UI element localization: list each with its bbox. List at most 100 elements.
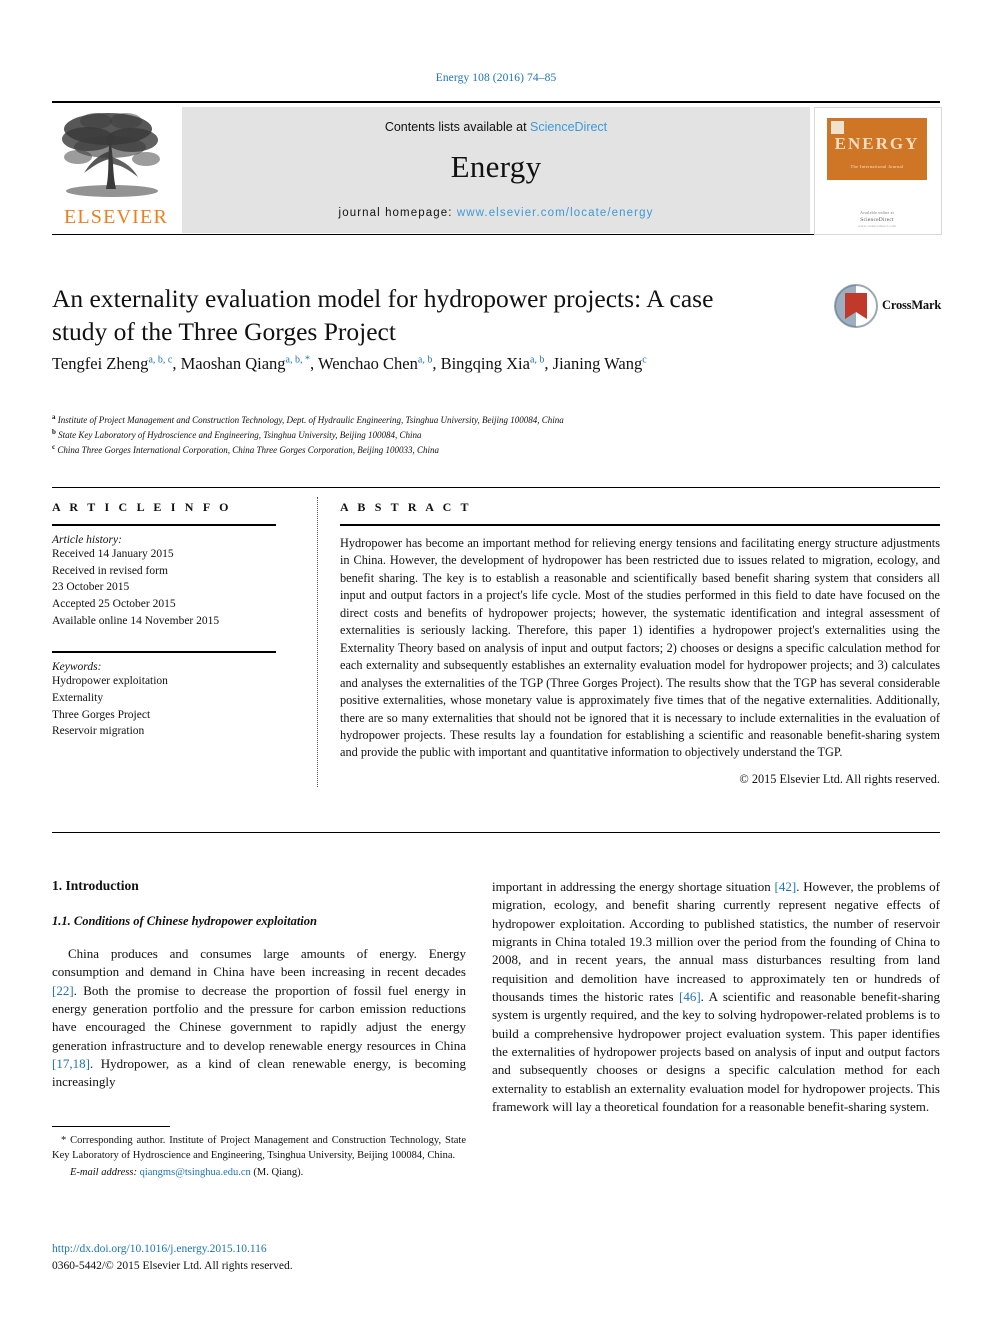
- author-item: Maoshan Qianga, b, *,: [181, 354, 318, 373]
- elsevier-wordmark: ELSEVIER: [63, 206, 169, 228]
- abstract-rule: [340, 524, 940, 526]
- journal-homepage-line: journal homepage: www.elsevier.com/locat…: [182, 207, 810, 219]
- keyword-item: Reservoir migration: [52, 725, 145, 738]
- author-item: Bingqing Xiaa, b,: [441, 354, 553, 373]
- affiliation-text: China Three Gorges International Corpora…: [57, 445, 440, 456]
- paragraph-right: important in addressing the energy short…: [492, 878, 940, 1116]
- article-history-item: 23 October 2015: [52, 581, 130, 594]
- email-link[interactable]: qiangms@tsinghua.edu.cn: [140, 1167, 251, 1178]
- author-sep: ,: [172, 354, 181, 373]
- homepage-prefix: journal homepage:: [338, 207, 457, 219]
- text-run: . However, the problems of migration, ec…: [492, 879, 941, 1004]
- affiliation-mark: a: [52, 413, 56, 421]
- footnote-rule: [52, 1126, 170, 1127]
- homepage-url[interactable]: www.elsevier.com/locate/energy: [457, 207, 654, 219]
- page-title: An externality evaluation model for hydr…: [52, 284, 714, 346]
- cover-subtitle: The International Journal: [850, 164, 904, 169]
- masthead-top-rule: [52, 101, 940, 103]
- author-name: Tengfei Zheng: [52, 354, 149, 373]
- email-suffix: (M. Qiang).: [253, 1166, 304, 1178]
- abstract-text: Hydropower has become an important metho…: [340, 536, 940, 760]
- article-info-rule: [52, 524, 276, 526]
- text-run: . Hydropower, as a kind of clean renewab…: [52, 1055, 466, 1090]
- crossmark-badge[interactable]: CrossMark: [834, 284, 942, 334]
- body-column-right: important in addressing the energy short…: [492, 878, 940, 1116]
- email-note: E-mail address: qiangms@tsinghua.edu.cn …: [52, 1167, 466, 1178]
- body-column-left: 1. Introduction 1.1. Conditions of Chine…: [52, 878, 466, 1092]
- author-name: Bingqing Xia: [440, 354, 530, 373]
- journal-masthead: ELSEVIER Contents lists available at Sci…: [52, 101, 942, 235]
- crossmark-label: CrossMark: [882, 298, 942, 312]
- affiliation-item: c China Three Gorges International Corpo…: [52, 442, 852, 457]
- citation-ref-17-18[interactable]: [17,18]: [52, 1056, 90, 1071]
- author-name: Jianing Wang: [552, 354, 643, 373]
- affiliation-mark: b: [52, 428, 56, 437]
- article-info-heading: A R T I C L E I N F O: [52, 500, 232, 514]
- cover-footer-3: www.sciencedirect.com: [858, 224, 896, 228]
- paragraph-left: China produces and consumes large amount…: [52, 945, 466, 1092]
- author-list: Tengfei Zhenga, b, c, Maoshan Qianga, b,…: [52, 352, 812, 376]
- keyword-item: Externality: [52, 692, 104, 705]
- author-name: Wenchao Chen: [317, 354, 418, 373]
- cover-footer-1: Available online at: [860, 210, 894, 215]
- subsection-heading-conditions: 1.1. Conditions of Chinese hydropower ex…: [52, 914, 317, 928]
- cover-title: ENERGY: [834, 134, 920, 153]
- abstract-block: A B S T R A C T Hydropower has become an…: [340, 500, 940, 787]
- corresponding-author-note: * Corresponding author. Institute of Pro…: [52, 1135, 466, 1161]
- affiliation-text: Institute of Project Management and Cons…: [57, 415, 564, 425]
- article-info-block: A R T I C L E I N F O Article history: R…: [52, 500, 282, 740]
- journal-title: Energy: [450, 149, 542, 184]
- keywords-rule: [52, 651, 276, 654]
- author-marks: a, b: [417, 354, 433, 366]
- author-marks: a, b, *: [285, 354, 310, 366]
- abstract-copyright: © 2015 Elsevier Ltd. All rights reserved…: [739, 771, 940, 786]
- cover-footer-2: ScienceDirect: [860, 217, 894, 223]
- author-sep: ,: [544, 354, 553, 373]
- contents-available-line: Contents lists available at ScienceDirec…: [182, 120, 810, 134]
- keyword-item: Three Gorges Project: [52, 708, 151, 721]
- affiliation-mark: c: [52, 443, 56, 452]
- text-run: important in addressing the energy short…: [492, 879, 775, 894]
- citation-ref-46[interactable]: [46]: [679, 989, 701, 1004]
- issn-copyright: 0360-5442/© 2015 Elsevier Ltd. All right…: [52, 1259, 293, 1272]
- keyword-item: Hydropower exploitation: [52, 675, 168, 688]
- info-bottom-rule: [52, 832, 940, 833]
- doi-block: http://dx.doi.org/10.1016/j.energy.2015.…: [52, 1241, 552, 1274]
- article-history-item: Available online 14 November 2015: [52, 614, 220, 627]
- text-run: . A scientific and reasonable benefit-sh…: [492, 988, 940, 1114]
- author-item: Jianing Wangc: [553, 354, 647, 373]
- footnote-block: * Corresponding author. Institute of Pro…: [52, 1126, 466, 1178]
- masthead-bottom-rule: [52, 234, 940, 235]
- author-sep: ,: [309, 354, 318, 373]
- text-run: . Both the promise to decrease the propo…: [52, 982, 466, 1053]
- elsevier-tree-icon: [62, 113, 160, 197]
- section-heading-introduction: 1. Introduction: [52, 878, 139, 893]
- affiliation-item: b State Key Laboratory of Hydroscience a…: [52, 427, 852, 442]
- keywords-label: Keywords:: [52, 661, 102, 674]
- doi-link[interactable]: http://dx.doi.org/10.1016/j.energy.2015.…: [52, 1241, 552, 1258]
- article-history-item: Accepted 25 October 2015: [52, 598, 176, 611]
- article-history-item: Received in revised form: [52, 564, 168, 577]
- sciencedirect-link[interactable]: ScienceDirect: [530, 120, 607, 134]
- elsevier-logo: ELSEVIER: [52, 107, 180, 233]
- contents-band: Contents lists available at ScienceDirec…: [182, 107, 810, 233]
- citation-ref-42[interactable]: [42]: [775, 879, 797, 894]
- contents-prefix: Contents lists available at: [384, 120, 531, 134]
- author-item: Tengfei Zhenga, b, c,: [52, 354, 181, 373]
- author-item: Wenchao Chena, b,: [318, 354, 441, 373]
- paper-page: Energy 108 (2016) 74–85 ELSEVIER Content…: [0, 0, 992, 1323]
- affiliation-text: State Key Laboratory of Hydroscience and…: [58, 430, 422, 441]
- cover-mini-logo: [831, 121, 844, 134]
- info-column-divider: [317, 497, 318, 787]
- text-run: China produces and consumes large amount…: [52, 946, 466, 980]
- running-head: Energy 108 (2016) 74–85: [435, 72, 557, 84]
- crossmark-icon: [834, 284, 878, 328]
- article-history-label: Article history:: [52, 534, 122, 546]
- email-label: E-mail address:: [70, 1166, 137, 1178]
- author-sep: ,: [432, 354, 441, 373]
- affiliation-list: a Institute of Project Management and Co…: [52, 412, 852, 458]
- author-name: Maoshan Qiang: [180, 354, 286, 373]
- citation-ref-22[interactable]: [22]: [52, 983, 74, 998]
- author-marks: c: [642, 354, 647, 366]
- affiliation-item: a Institute of Project Management and Co…: [52, 412, 852, 427]
